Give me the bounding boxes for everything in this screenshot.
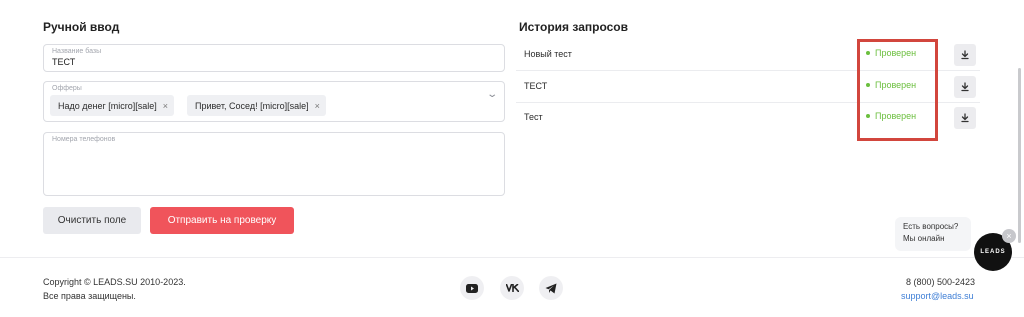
copyright-text: Copyright © LEADS.SU 2010-2023. xyxy=(43,277,186,287)
youtube-icon xyxy=(466,283,478,293)
close-icon[interactable]: × xyxy=(1002,229,1016,243)
submit-check-button[interactable]: Отправить на проверку xyxy=(150,207,294,234)
phone-numbers-field[interactable]: Номера телефонов xyxy=(43,132,505,196)
vk-link[interactable] xyxy=(500,276,524,300)
database-name-field[interactable]: Название базы ТЕСТ xyxy=(43,44,505,72)
download-button[interactable] xyxy=(954,76,976,98)
download-icon xyxy=(961,82,969,92)
remove-offer-icon[interactable]: × xyxy=(163,101,168,111)
youtube-link[interactable] xyxy=(460,276,484,300)
history-row-name: Новый тест xyxy=(524,49,572,59)
history-row-name: ТЕСТ xyxy=(524,81,548,91)
offers-label: Офферы xyxy=(52,85,82,92)
history-row-name: Тест xyxy=(524,112,543,122)
database-name-label: Название базы xyxy=(52,48,102,55)
chat-line-online: Мы онлайн xyxy=(903,234,945,243)
download-button[interactable] xyxy=(954,44,976,66)
telegram-link[interactable] xyxy=(539,276,563,300)
remove-offer-icon[interactable]: × xyxy=(315,101,320,111)
download-icon xyxy=(961,50,969,60)
support-email-link[interactable]: support@leads.su xyxy=(901,291,974,301)
phone-number: 8 (800) 500-2423 xyxy=(906,277,976,287)
manual-input-title: Ручной ввод xyxy=(43,20,120,34)
vk-icon xyxy=(505,284,519,292)
telegram-icon xyxy=(545,283,557,293)
footer-divider xyxy=(0,257,1024,258)
scrollbar[interactable] xyxy=(1018,68,1021,243)
database-name-value: ТЕСТ xyxy=(52,57,76,67)
clear-field-button[interactable]: Очистить поле xyxy=(43,207,141,234)
offers-select[interactable]: Офферы Надо денег [micro][sale] × Привет… xyxy=(43,81,505,122)
offer-chip: Привет, Сосед! [micro][sale] × xyxy=(187,95,326,116)
offer-chip: Надо денег [micro][sale] × xyxy=(50,95,175,116)
offer-chip-label: Привет, Сосед! [micro][sale] xyxy=(195,100,309,111)
rights-text: Все права защищены. xyxy=(43,291,136,301)
chat-line-questions: Есть вопросы? xyxy=(903,222,959,231)
download-button[interactable] xyxy=(954,107,976,129)
phone-numbers-label: Номера телефонов xyxy=(52,136,116,143)
chat-bubble[interactable]: Есть вопросы? Мы онлайн xyxy=(895,217,971,251)
offer-chip-label: Надо денег [micro][sale] xyxy=(58,100,157,111)
history-title: История запросов xyxy=(519,20,629,34)
download-icon xyxy=(961,113,969,123)
chevron-down-icon[interactable]: ⌄ xyxy=(486,89,498,100)
status-highlight-box xyxy=(857,39,938,141)
